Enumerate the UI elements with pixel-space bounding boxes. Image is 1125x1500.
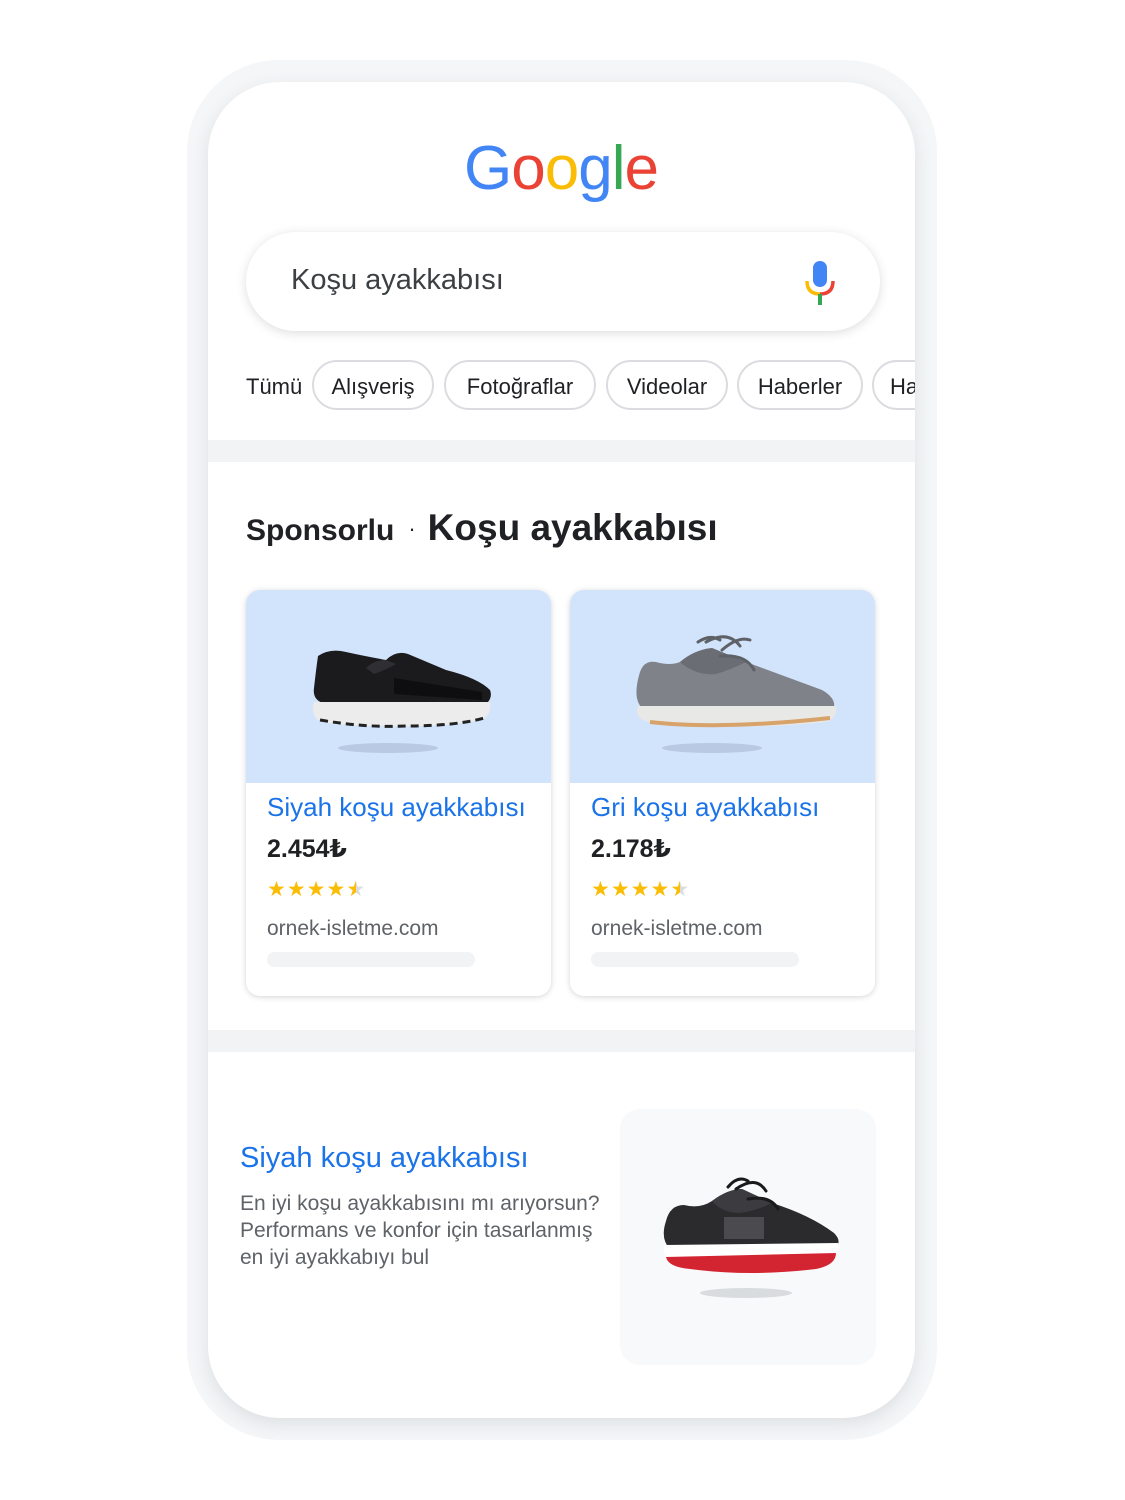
logo-letter: g	[578, 134, 611, 202]
section-divider	[208, 1030, 915, 1052]
result-thumbnail[interactable]	[620, 1109, 876, 1365]
product-title[interactable]: Siyah koşu ayakkabısı	[267, 792, 526, 823]
product-domain: ornek-isletme.com	[267, 917, 439, 940]
red-sole-shoe-icon	[663, 1177, 840, 1298]
tab-images[interactable]: Fotoğraflar	[444, 360, 596, 410]
logo-letter: o	[511, 134, 544, 202]
product-title[interactable]: Gri koşu ayakkabısı	[591, 792, 819, 823]
logo-letter: e	[624, 134, 657, 202]
tab-shopping[interactable]: Alışveriş	[312, 360, 434, 410]
star-icons-full: ★★★★	[267, 878, 347, 901]
search-bar[interactable]: Koşu ayakkabısı	[246, 232, 880, 331]
product-card[interactable]: Gri koşu ayakkabısı 2.178₺ ★★★★★ ornek-i…	[570, 590, 875, 996]
result-description: En iyi koşu ayakkabısını mı arıyorsun? P…	[240, 1192, 600, 1269]
placeholder-bar	[591, 952, 799, 967]
logo-letter: o	[545, 134, 578, 202]
phone-screen: Google Koşu ayakkabısı Tümü Alışveriş Fo…	[208, 82, 915, 1418]
tab-videos[interactable]: Videolar	[606, 360, 728, 410]
google-logo: Google	[464, 134, 659, 202]
gray-shoe-icon	[636, 635, 837, 753]
logo-letter: G	[464, 134, 511, 202]
section-divider	[208, 440, 915, 462]
black-shoe-icon	[313, 650, 491, 753]
sponsored-label: Sponsorlu	[246, 514, 395, 547]
placeholder-bar	[267, 952, 475, 967]
product-card[interactable]: Siyah koşu ayakkabısı 2.454₺ ★★★★★ ornek…	[246, 590, 551, 996]
mic-icon[interactable]	[802, 259, 838, 307]
logo-letter: l	[612, 134, 625, 202]
svg-text:Google: Google	[464, 134, 658, 202]
tab-news[interactable]: Haberler	[737, 360, 863, 410]
star-half-icon: ★	[670, 878, 691, 901]
sponsored-heading: Sponsorlu · Koşu ayakkabısı	[246, 507, 718, 549]
product-image[interactable]	[570, 590, 875, 783]
result-title[interactable]: Siyah koşu ayakkabısı	[240, 1142, 529, 1175]
search-input[interactable]: Koşu ayakkabısı	[291, 264, 504, 297]
tab-maps[interactable]: Haritalar	[872, 360, 915, 410]
product-price: 2.454₺	[267, 835, 347, 863]
star-icons-full: ★★★★	[591, 878, 671, 901]
tab-all[interactable]: Tümü	[246, 374, 302, 400]
sponsored-title: Koşu ayakkabısı	[427, 507, 718, 548]
separator-dot: ·	[408, 516, 416, 541]
star-rating: ★★★★★	[267, 877, 366, 902]
product-image[interactable]	[246, 590, 551, 783]
search-tabs: Tümü Alışveriş Fotoğraflar Videolar Habe…	[246, 360, 915, 416]
star-rating: ★★★★★	[591, 877, 690, 902]
product-domain: ornek-isletme.com	[591, 917, 763, 940]
star-half-icon: ★	[346, 878, 367, 901]
product-price: 2.178₺	[591, 835, 671, 863]
